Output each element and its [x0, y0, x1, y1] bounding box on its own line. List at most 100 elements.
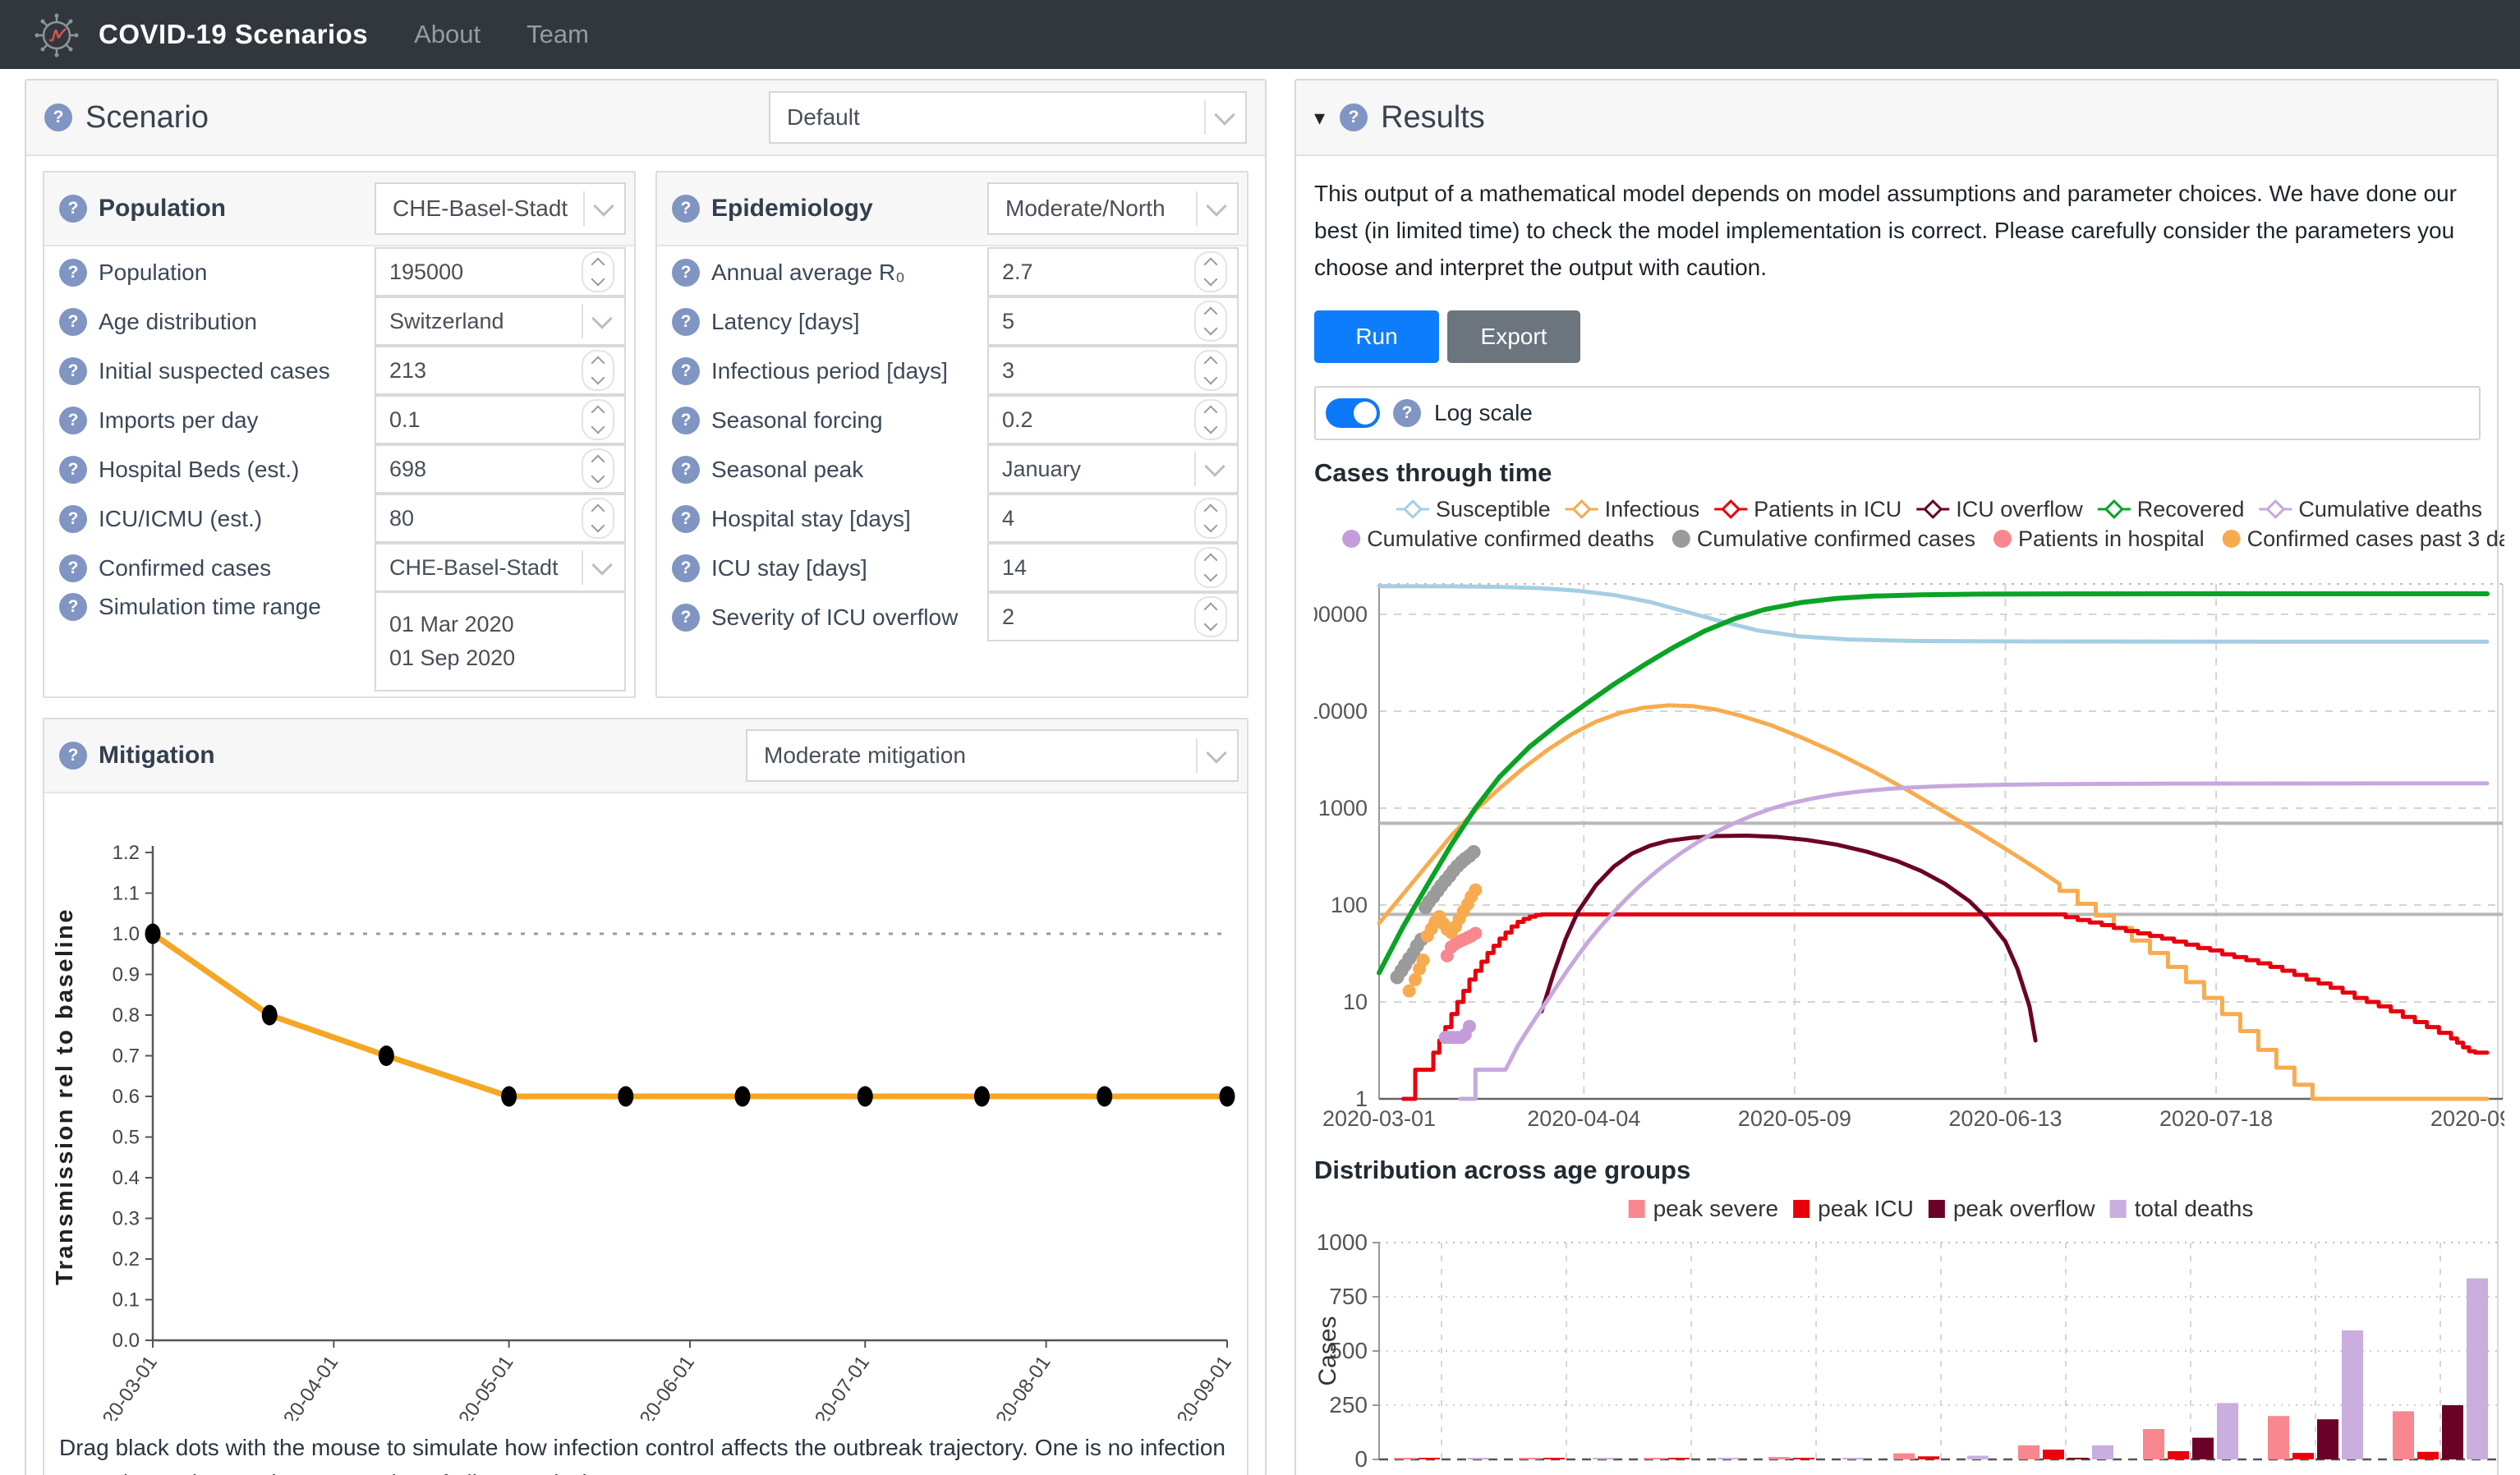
- legend-item[interactable]: peak ICU: [1793, 1196, 1914, 1221]
- icu-icmu-est-input[interactable]: 80: [375, 494, 626, 543]
- mitigation-drag-dot[interactable]: [145, 924, 161, 944]
- step-down-icon[interactable]: [1204, 618, 1218, 632]
- legend-item[interactable]: Recovered: [2098, 497, 2245, 522]
- help-icon[interactable]: ?: [59, 456, 87, 484]
- severity-of-icu-overflow-input[interactable]: 2: [987, 592, 1239, 641]
- step-up-icon[interactable]: [1204, 603, 1218, 617]
- step-up-icon[interactable]: [591, 356, 605, 370]
- help-icon[interactable]: ?: [672, 407, 700, 434]
- number-stepper[interactable]: [582, 399, 614, 440]
- mitigation-drag-dot[interactable]: [618, 1087, 633, 1107]
- mitigation-drag-dot[interactable]: [501, 1087, 517, 1107]
- number-stepper[interactable]: [1194, 547, 1227, 588]
- help-icon[interactable]: ?: [1393, 399, 1421, 427]
- step-down-icon[interactable]: [1204, 519, 1218, 533]
- date-end[interactable]: 01 Sep 2020: [389, 646, 611, 671]
- step-down-icon[interactable]: [1204, 568, 1218, 582]
- legend-item[interactable]: ICU overflow: [1916, 497, 2083, 522]
- run-button[interactable]: Run: [1314, 310, 1439, 363]
- step-down-icon[interactable]: [591, 470, 605, 484]
- step-down-icon[interactable]: [1204, 273, 1218, 287]
- hospital-beds-est-input[interactable]: 698: [375, 444, 626, 494]
- population-input[interactable]: 195000: [375, 247, 626, 296]
- step-down-icon[interactable]: [1204, 322, 1218, 336]
- number-stepper[interactable]: [1194, 301, 1227, 342]
- help-icon[interactable]: ?: [1340, 103, 1368, 131]
- export-button[interactable]: Export: [1447, 310, 1580, 363]
- seasonal-forcing-input[interactable]: 0.2: [987, 395, 1239, 444]
- help-icon[interactable]: ?: [59, 407, 87, 434]
- legend-item[interactable]: Infectious: [1566, 497, 1700, 522]
- step-up-icon[interactable]: [1204, 258, 1218, 272]
- step-up-icon[interactable]: [1204, 356, 1218, 370]
- number-stepper[interactable]: [582, 251, 614, 292]
- step-up-icon[interactable]: [1204, 554, 1218, 567]
- help-icon[interactable]: ?: [59, 593, 87, 621]
- collapse-caret-icon[interactable]: ▾: [1314, 105, 1325, 131]
- icu-stay-days-input[interactable]: 14: [987, 543, 1239, 592]
- legend-item[interactable]: Cumulative confirmed deaths: [1342, 526, 1654, 551]
- infectious-period-days-input[interactable]: 3: [987, 346, 1239, 395]
- mitigation-drag-dot[interactable]: [734, 1087, 750, 1107]
- number-stepper[interactable]: [582, 498, 614, 539]
- mitigation-drag-dot[interactable]: [974, 1087, 990, 1107]
- epidemiology-preset-select[interactable]: Moderate/North: [987, 182, 1239, 235]
- mitigation-drag-dot[interactable]: [379, 1045, 394, 1066]
- legend-item[interactable]: Cumulative deaths: [2259, 497, 2482, 522]
- step-up-icon[interactable]: [591, 258, 605, 272]
- help-icon[interactable]: ?: [59, 505, 87, 533]
- step-down-icon[interactable]: [591, 519, 605, 533]
- number-stepper[interactable]: [1194, 596, 1227, 637]
- number-stepper[interactable]: [1194, 350, 1227, 391]
- step-down-icon[interactable]: [591, 371, 605, 385]
- help-icon[interactable]: ?: [44, 103, 72, 131]
- help-icon[interactable]: ?: [59, 308, 87, 336]
- step-up-icon[interactable]: [1204, 504, 1218, 518]
- confirmed-cases-select[interactable]: CHE-Basel-Stadt: [375, 543, 626, 592]
- number-stepper[interactable]: [582, 448, 614, 489]
- mitigation-drag-dot[interactable]: [858, 1087, 873, 1107]
- legend-item[interactable]: total deaths: [2110, 1196, 2254, 1221]
- help-icon[interactable]: ?: [672, 505, 700, 533]
- mitigation-drag-dot[interactable]: [262, 1005, 278, 1026]
- log-scale-toggle[interactable]: [1326, 398, 1380, 428]
- population-preset-select[interactable]: CHE-Basel-Stadt: [375, 182, 626, 235]
- mitigation-drag-dot[interactable]: [1220, 1087, 1235, 1107]
- latency-days-input[interactable]: 5: [987, 296, 1239, 346]
- help-icon[interactable]: ?: [672, 259, 700, 287]
- legend-item[interactable]: Cumulative confirmed cases: [1672, 526, 1975, 551]
- help-icon[interactable]: ?: [672, 357, 700, 385]
- legend-item[interactable]: peak severe: [1629, 1196, 1779, 1221]
- help-icon[interactable]: ?: [672, 554, 700, 582]
- step-down-icon[interactable]: [591, 420, 605, 434]
- help-icon[interactable]: ?: [59, 259, 87, 287]
- number-stepper[interactable]: [1194, 251, 1227, 292]
- nav-link-team[interactable]: Team: [527, 20, 589, 49]
- scenario-preset-select[interactable]: Default: [769, 91, 1247, 144]
- help-icon[interactable]: ?: [672, 308, 700, 336]
- help-icon[interactable]: ?: [59, 742, 87, 770]
- legend-item[interactable]: peak overflow: [1929, 1196, 2096, 1221]
- number-stepper[interactable]: [1194, 498, 1227, 539]
- legend-item[interactable]: Confirmed cases past 3 days: [2223, 526, 2504, 551]
- hospital-stay-days-input[interactable]: 4: [987, 494, 1239, 543]
- brand[interactable]: COVID-19 Scenarios: [33, 11, 368, 58]
- number-stepper[interactable]: [582, 350, 614, 391]
- step-down-icon[interactable]: [1204, 420, 1218, 434]
- step-down-icon[interactable]: [591, 273, 605, 287]
- seasonal-peak-select[interactable]: January: [987, 444, 1239, 494]
- help-icon[interactable]: ?: [672, 456, 700, 484]
- date-start[interactable]: 01 Mar 2020: [389, 612, 611, 637]
- help-icon[interactable]: ?: [59, 554, 87, 582]
- imports-per-day-input[interactable]: 0.1: [375, 395, 626, 444]
- step-up-icon[interactable]: [1204, 406, 1218, 420]
- annual-average-r-input[interactable]: 2.7: [987, 247, 1239, 296]
- mitigation-preset-select[interactable]: Moderate mitigation: [746, 729, 1239, 782]
- step-up-icon[interactable]: [591, 455, 605, 469]
- initial-suspected-cases-input[interactable]: 213: [375, 346, 626, 395]
- legend-item[interactable]: Patients in hospital: [1993, 526, 2205, 551]
- step-down-icon[interactable]: [1204, 371, 1218, 385]
- help-icon[interactable]: ?: [59, 357, 87, 385]
- step-up-icon[interactable]: [591, 504, 605, 518]
- nav-link-about[interactable]: About: [414, 20, 481, 49]
